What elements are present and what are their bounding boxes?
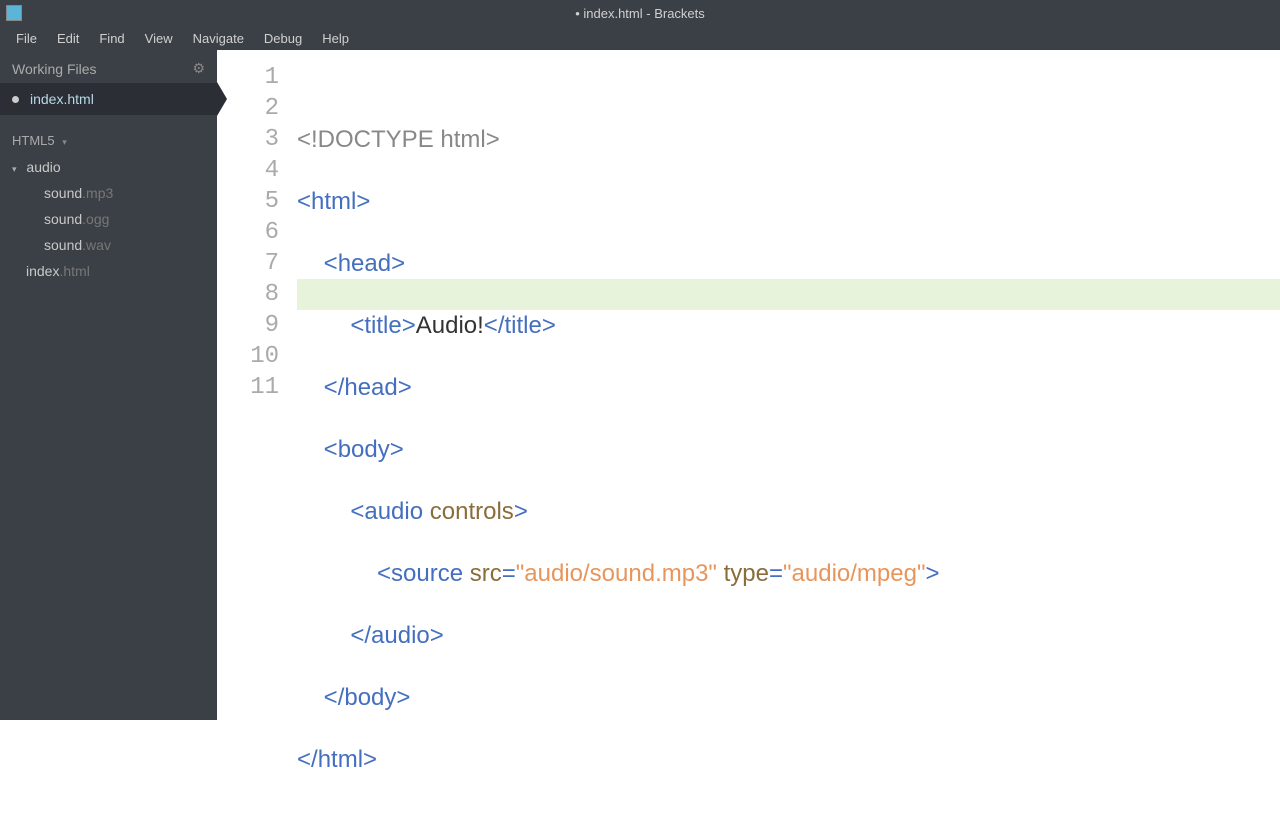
file-base: sound <box>44 185 82 201</box>
filetype-dropdown[interactable]: HTML5 <box>0 115 217 154</box>
tok: > <box>391 250 405 277</box>
tok: = <box>769 560 783 587</box>
tok: > <box>430 622 444 649</box>
tok: title <box>364 312 401 339</box>
line-number: 2 <box>217 93 297 124</box>
tok: audio <box>371 622 430 649</box>
tok: > <box>356 188 370 215</box>
tok: < <box>350 312 364 339</box>
code-area[interactable]: <!DOCTYPE html> <html> <head> <title>Aud… <box>297 50 1280 720</box>
line-number: 10 <box>217 341 297 372</box>
file-ext: .mp3 <box>82 185 113 201</box>
tok: = <box>502 560 516 587</box>
tok: src <box>470 560 502 587</box>
tok: < <box>324 250 338 277</box>
file-tree: audio sound.mp3 sound.ogg sound.wav inde… <box>0 154 217 284</box>
app-icon <box>6 5 22 21</box>
tok: html <box>318 746 363 773</box>
tok: "audio/sound.mp3" <box>516 560 717 587</box>
working-files-label: Working Files <box>12 61 97 77</box>
menu-debug[interactable]: Debug <box>254 28 312 49</box>
working-file-name: index.html <box>30 91 94 107</box>
tok: head <box>338 250 391 277</box>
working-files-header: Working Files ⚙ <box>0 50 217 83</box>
titlebar: • index.html - Brackets <box>0 0 1280 26</box>
folder-label: audio <box>26 159 60 175</box>
tok: head <box>344 374 397 401</box>
tok: > <box>363 746 377 773</box>
tok: </ <box>484 312 505 339</box>
main-area: Working Files ⚙ index.html HTML5 audio s… <box>0 50 1280 720</box>
active-line-highlight <box>297 279 1280 310</box>
tok: body <box>338 436 390 463</box>
active-file-arrow-icon <box>217 82 227 116</box>
gear-icon[interactable]: ⚙ <box>192 60 205 77</box>
tok: > <box>514 498 528 525</box>
line-number: 9 <box>217 310 297 341</box>
tok: > <box>925 560 939 587</box>
tok: type <box>724 560 769 587</box>
window-title: • index.html - Brackets <box>575 6 705 21</box>
file-base: sound <box>44 237 82 253</box>
tok: </ <box>297 746 318 773</box>
tok: title <box>504 312 541 339</box>
line-number: 1 <box>217 62 297 93</box>
line-number: 3 <box>217 124 297 155</box>
tok: Audio! <box>416 312 484 339</box>
file-ext: .wav <box>82 237 111 253</box>
gutter: 1 2 3 4 5 6 7 8 9 10 11 <box>217 50 297 720</box>
tok: > <box>398 374 412 401</box>
tok: < <box>324 436 338 463</box>
line-number: 7 <box>217 248 297 279</box>
tok: > <box>396 684 410 711</box>
tok: html <box>311 188 356 215</box>
tok: controls <box>430 498 514 525</box>
file-ext: .ogg <box>82 211 109 227</box>
tok: audio <box>364 498 423 525</box>
tree-file[interactable]: sound.ogg <box>0 206 217 232</box>
menu-file[interactable]: File <box>6 28 47 49</box>
line-number: 4 <box>217 155 297 186</box>
tok: </ <box>350 622 371 649</box>
tok: < <box>377 560 391 587</box>
tok: source <box>391 560 463 587</box>
menu-help[interactable]: Help <box>312 28 359 49</box>
working-file-item[interactable]: index.html <box>0 83 217 115</box>
menu-find[interactable]: Find <box>89 28 134 49</box>
tok-doctype: <!DOCTYPE html> <box>297 126 500 153</box>
tok: < <box>297 188 311 215</box>
tok: < <box>350 498 364 525</box>
tok: > <box>402 312 416 339</box>
tok: > <box>390 436 404 463</box>
file-base: index <box>26 263 59 279</box>
menu-view[interactable]: View <box>135 28 183 49</box>
filetype-label: HTML5 <box>12 133 55 148</box>
tree-file-index[interactable]: index.html <box>0 258 217 284</box>
tree-folder-audio[interactable]: audio <box>0 154 217 180</box>
menu-navigate[interactable]: Navigate <box>183 28 254 49</box>
editor[interactable]: 1 2 3 4 5 6 7 8 9 10 11 <!DOCTYPE html> … <box>217 50 1280 720</box>
menu-edit[interactable]: Edit <box>47 28 89 49</box>
menubar: File Edit Find View Navigate Debug Help <box>0 26 1280 50</box>
line-number: 5 <box>217 186 297 217</box>
line-number: 11 <box>217 372 297 403</box>
tree-file[interactable]: sound.mp3 <box>0 180 217 206</box>
tok: > <box>542 312 556 339</box>
dirty-dot-icon <box>12 96 19 103</box>
file-base: sound <box>44 211 82 227</box>
tok: </ <box>324 374 345 401</box>
file-ext: .html <box>59 263 89 279</box>
line-number: 8 <box>217 279 297 310</box>
sidebar: Working Files ⚙ index.html HTML5 audio s… <box>0 50 217 720</box>
tree-file[interactable]: sound.wav <box>0 232 217 258</box>
tok: </ <box>324 684 345 711</box>
line-number: 6 <box>217 217 297 248</box>
tok: "audio/mpeg" <box>783 560 925 587</box>
tok: body <box>344 684 396 711</box>
